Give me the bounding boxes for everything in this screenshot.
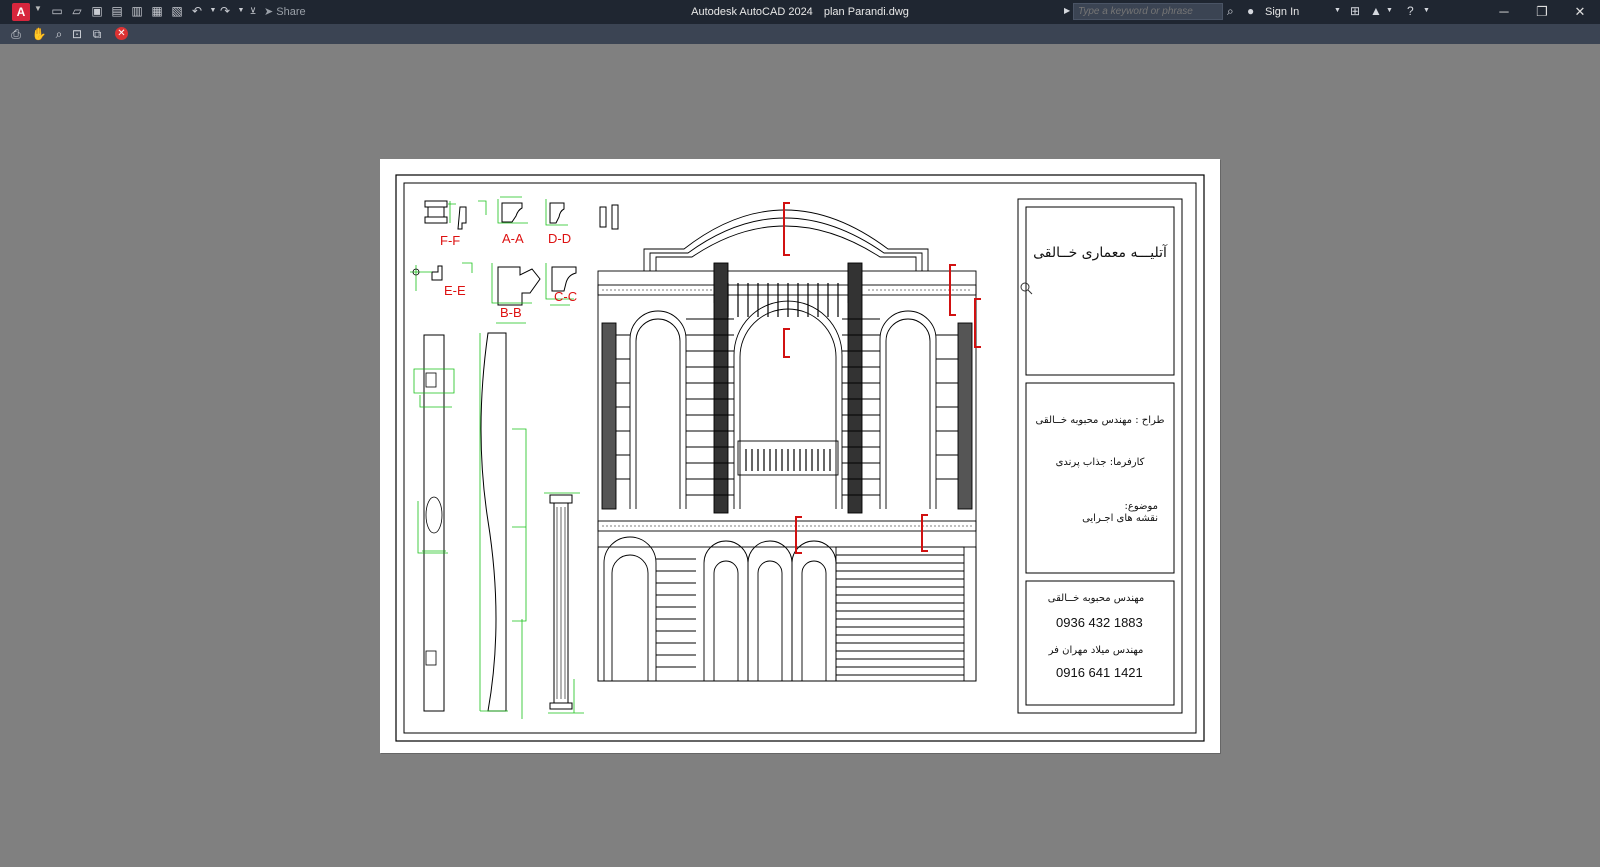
autodesk-dropdown-icon[interactable]: ▼ (1386, 4, 1393, 18)
zoom-icon[interactable]: ⌕ (51, 26, 67, 42)
search-icon[interactable]: ⌕ (1227, 4, 1234, 18)
facade-elevation (597, 209, 977, 682)
section-label-a-a: A-A (502, 231, 524, 246)
pan-icon[interactable]: ✋ (31, 26, 47, 42)
search-input[interactable] (1073, 3, 1223, 20)
subject-label: موضوع: (1124, 501, 1158, 512)
studio-name: آتلیـــه معماری خــالقی (1033, 245, 1167, 261)
drawing-sheet[interactable]: F-F A-A D-D E-E B-B C-C آتلیـــه معماری … (380, 159, 1220, 753)
close-window-button[interactable]: ✕ (1560, 0, 1600, 24)
autodesk-a-icon[interactable]: ▲ (1370, 4, 1382, 18)
engineer-2-phone: 0916 641 1421 (1056, 665, 1143, 680)
cart-icon[interactable]: ⊞ (1350, 4, 1360, 18)
chevron-down-icon[interactable]: ▼ (34, 4, 42, 13)
section-label-d-d: D-D (548, 231, 572, 246)
plot-icon[interactable]: ▧ (170, 4, 184, 18)
help-icon[interactable]: ? (1407, 4, 1414, 18)
engineer-2-name: مهندس میلاد مهران فر (1048, 645, 1144, 656)
section-cut-markers (783, 202, 981, 554)
share-button[interactable]: ➤ Share (264, 0, 306, 24)
title-block-frame (1017, 198, 1183, 714)
save-icon[interactable]: ▣ (90, 4, 104, 18)
dimension-lines (410, 196, 584, 719)
engineer-1-phone: 0936 432 1883 (1056, 615, 1143, 630)
dentil-bands (602, 289, 972, 527)
section-label-c-c: C-C (554, 289, 578, 304)
open-icon[interactable]: ▱ (70, 4, 84, 18)
sign-in-dropdown-icon[interactable]: ▼ (1334, 4, 1341, 18)
expand-arrow-icon[interactable]: ▶ (1064, 4, 1070, 18)
user-icon: ● (1247, 4, 1255, 18)
file-name: plan Parandi.dwg (823, 6, 909, 18)
title-bar: A ▼ ▭ ▱ ▣ ▤ ▥ ▦ ▧ ↶ ▼ ↷ ▼ ⊻ ➤ Share Auto… (0, 0, 1600, 24)
minimize-button[interactable]: ─ (1484, 0, 1524, 24)
export-icon[interactable]: ▦ (150, 4, 164, 18)
section-markers (412, 268, 443, 666)
import-icon[interactable]: ▥ (130, 4, 144, 18)
close-viewer-icon[interactable]: ✕ (115, 27, 128, 40)
section-label-e-e: E-E (444, 283, 466, 298)
client-name: کارفرما: جذاب پرندی (1055, 457, 1145, 468)
subject-value: نقشه های اجـرایی (1082, 513, 1158, 524)
share-label: Share (276, 6, 306, 18)
section-details (423, 200, 619, 712)
section-label-b-b: B-B (500, 305, 522, 320)
column-flutes (556, 507, 566, 699)
sign-in-button[interactable]: Sign In (1265, 0, 1299, 24)
customize-icon[interactable]: ⊻ (246, 4, 260, 18)
print-icon[interactable]: ⎙ (8, 26, 24, 42)
designer-name: طراح : مهندس محبوبه خــالقی (1035, 415, 1165, 426)
save-as-icon[interactable]: ▤ (110, 4, 124, 18)
zoom-window-icon[interactable]: ⊡ (69, 26, 85, 42)
engineer-1-name: مهندس محبوبه خــالقی (1047, 593, 1145, 604)
application-menu-button[interactable]: A (12, 3, 30, 21)
restore-button[interactable]: ❐ (1522, 0, 1562, 24)
balustrade (727, 283, 839, 471)
undo-icon[interactable]: ↶ (190, 4, 204, 18)
new-icon[interactable]: ▭ (50, 4, 64, 18)
share-icon: ➤ (264, 6, 274, 18)
viewer-toolbar: ⎙ ✋ ⌕ ⊡ ⧉ ✕ (0, 24, 1600, 44)
zoom-extents-icon[interactable]: ⧉ (89, 26, 105, 42)
app-name: Autodesk AutoCAD 2024 (691, 6, 813, 18)
help-dropdown-icon[interactable]: ▼ (1423, 4, 1430, 18)
redo-icon[interactable]: ↷ (218, 4, 232, 18)
section-label-f-f: F-F (440, 233, 461, 248)
